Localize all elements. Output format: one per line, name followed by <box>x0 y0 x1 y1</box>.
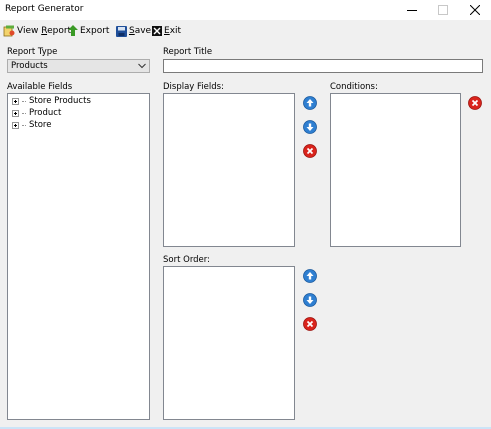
remove-circle-icon <box>467 95 482 110</box>
arrow-up-circle-icon <box>302 268 317 283</box>
view-report-button[interactable]: View Report <box>3 22 71 40</box>
remove-circle-icon <box>302 143 317 158</box>
report-title-label: Report Title <box>163 47 213 57</box>
close-button[interactable] <box>459 0 491 20</box>
display-move-up-button[interactable] <box>301 94 318 111</box>
exit-button[interactable]: Exit <box>152 22 181 40</box>
export-button[interactable]: Export <box>68 22 109 40</box>
report-type-dropdown[interactable]: Products <box>7 59 150 73</box>
report-type-value: Products <box>11 61 48 71</box>
available-fields-tree[interactable]: Store Products Product Store <box>7 93 150 420</box>
report-icon <box>3 25 15 37</box>
tree-connector <box>22 112 26 114</box>
sort-order-label: Sort Order: <box>163 255 210 265</box>
expand-icon[interactable] <box>12 121 19 129</box>
sort-move-down-button[interactable] <box>301 291 318 308</box>
export-label: Export <box>80 26 110 36</box>
tree-item-store[interactable]: Store <box>12 120 51 130</box>
expand-icon[interactable] <box>12 97 19 105</box>
tree-connector <box>22 100 26 102</box>
tree-item-label: Store <box>29 120 52 130</box>
display-fields-list[interactable] <box>163 93 295 247</box>
arrow-down-circle-icon <box>302 119 317 134</box>
sort-move-up-button[interactable] <box>301 267 318 284</box>
maximize-button[interactable] <box>427 0 459 20</box>
close-icon <box>470 5 480 15</box>
tree-connector <box>22 124 26 126</box>
tree-item-label: Product <box>29 108 62 118</box>
remove-circle-icon <box>302 316 317 331</box>
conditions-label: Conditions: <box>330 82 378 92</box>
up-arrow-icon <box>68 25 78 36</box>
display-fields-label: Display Fields: <box>163 82 224 92</box>
conditions-remove-button[interactable] <box>466 94 483 111</box>
chevron-down-icon <box>138 63 146 69</box>
available-fields-label: Available Fields <box>7 82 73 92</box>
conditions-list[interactable] <box>330 93 461 247</box>
maximize-icon <box>438 5 448 15</box>
exit-label: Exit <box>164 26 182 36</box>
tree-item-product[interactable]: Product <box>12 108 61 118</box>
window-title: Report Generator <box>5 4 84 14</box>
display-remove-button[interactable] <box>301 142 318 159</box>
report-type-label: Report Type <box>7 47 58 57</box>
tree-item-store-products[interactable]: Store Products <box>12 96 91 106</box>
arrow-up-circle-icon <box>302 95 317 110</box>
expand-icon[interactable] <box>12 109 19 117</box>
save-button[interactable]: Save <box>116 22 151 40</box>
title-bar: Report Generator <box>0 0 491 20</box>
sort-order-list[interactable] <box>163 266 295 420</box>
tree-item-label: Store Products <box>29 96 91 106</box>
toolbar: View Report Export Save Exit <box>0 20 491 42</box>
floppy-disk-icon <box>116 25 127 37</box>
arrow-down-circle-icon <box>302 292 317 307</box>
report-title-input[interactable] <box>163 59 483 73</box>
save-label: Save <box>129 26 152 36</box>
sort-remove-button[interactable] <box>301 315 318 332</box>
report-generator-window: Report Generator View Report Export Save… <box>0 0 491 429</box>
exit-x-icon <box>152 26 162 36</box>
minimize-icon <box>407 10 417 11</box>
display-move-down-button[interactable] <box>301 118 318 135</box>
minimize-button[interactable] <box>396 0 428 20</box>
view-report-label: View Report <box>17 26 72 36</box>
